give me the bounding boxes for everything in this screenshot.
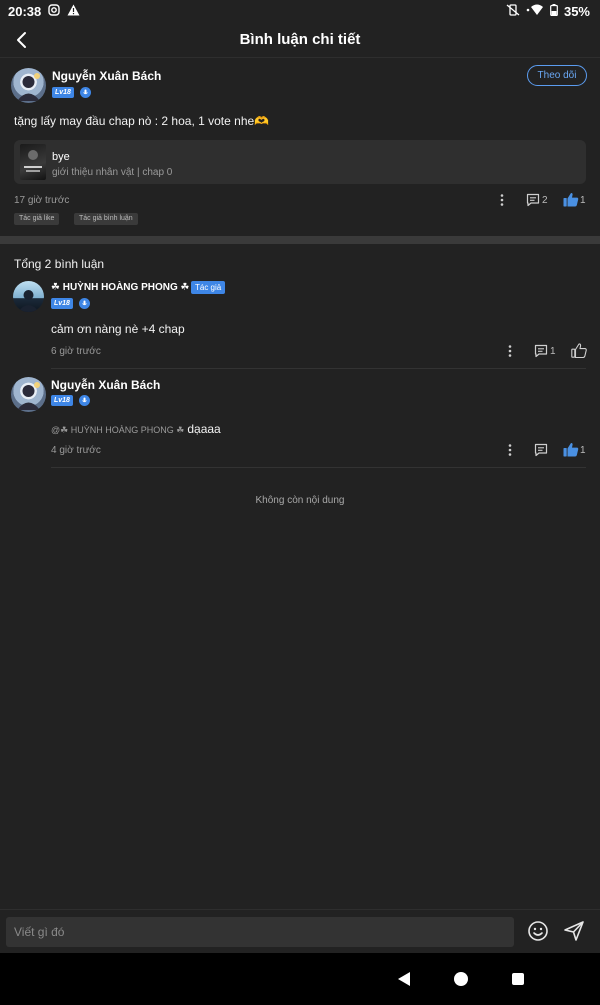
avatar[interactable] xyxy=(11,377,46,412)
comment-icon xyxy=(534,344,548,358)
reply-time: 6 giờ trước xyxy=(51,346,101,357)
like-count: 1 xyxy=(580,195,586,206)
reply-button[interactable] xyxy=(534,344,548,358)
nav-back-button[interactable] xyxy=(397,971,411,992)
reply-text: dạaaa xyxy=(187,422,221,436)
tag-author-liked: Tác giả like xyxy=(14,213,60,225)
comment-text: tặng lấy may đầu chap nò : 2 hoa, 1 vote… xyxy=(14,114,270,128)
chevron-left-icon xyxy=(17,32,26,48)
mic-badge-icon xyxy=(79,395,90,406)
like-button[interactable] xyxy=(571,343,587,358)
triangle-back-icon xyxy=(398,972,410,986)
more-options-button[interactable] xyxy=(504,344,516,358)
emoji-button[interactable] xyxy=(527,920,549,942)
mic-badge-icon xyxy=(80,87,91,98)
chapter-thumbnail xyxy=(20,144,46,180)
send-icon xyxy=(564,921,584,941)
section-divider xyxy=(0,236,600,244)
nav-recents-button[interactable] xyxy=(512,973,524,985)
more-vertical-icon xyxy=(508,444,512,456)
comment-author[interactable]: Nguyễn Xuân Bách xyxy=(52,69,161,83)
divider xyxy=(51,368,586,369)
comment-input[interactable] xyxy=(6,917,514,947)
like-count: 1 xyxy=(580,445,586,456)
wifi-icon xyxy=(526,4,544,19)
battery-icon xyxy=(550,3,558,19)
reply-time: 4 giờ trước xyxy=(51,445,101,456)
chapter-subtitle: giới thiệu nhân vật | chap 0 xyxy=(52,167,173,178)
comment-icon xyxy=(526,193,540,207)
divider xyxy=(51,467,586,468)
tag-author-commented: Tác giả bình luận xyxy=(74,213,138,225)
level-badge: Lv18 xyxy=(51,298,73,309)
mention-link[interactable]: @☘ HUỲNH HOÀNG PHONG ☘ xyxy=(51,425,184,435)
avatar[interactable] xyxy=(11,68,46,103)
level-badge: Lv18 xyxy=(51,395,73,406)
thumbs-up-filled-icon xyxy=(563,442,579,457)
more-options-button[interactable] xyxy=(504,443,516,457)
status-bar: 20:38 35% xyxy=(0,0,600,22)
mic-badge-icon xyxy=(79,298,90,309)
reply-button[interactable] xyxy=(526,193,540,207)
chapter-title: bye xyxy=(52,151,70,163)
comment-icon xyxy=(534,443,548,457)
more-vertical-icon xyxy=(500,194,504,206)
vibrate-off-icon xyxy=(506,3,520,19)
author-badge: Tác giả xyxy=(191,281,226,294)
thumbs-up-icon xyxy=(571,343,587,358)
system-nav-bar xyxy=(0,953,600,1005)
comment-input-bar xyxy=(0,909,600,953)
reply-author[interactable]: Nguyễn Xuân Bách xyxy=(51,378,160,392)
reply-mention-line: @☘ HUỲNH HOÀNG PHONG ☘ dạaaa xyxy=(51,422,221,436)
avatar[interactable] xyxy=(13,281,44,312)
thumbs-up-filled-icon xyxy=(563,192,579,207)
level-badge: Lv18 xyxy=(52,87,74,98)
back-button[interactable] xyxy=(10,28,34,52)
more-vertical-icon xyxy=(508,345,512,357)
send-button[interactable] xyxy=(563,920,585,942)
reply-button[interactable] xyxy=(534,443,548,457)
nav-home-button[interactable] xyxy=(454,972,468,986)
like-button[interactable] xyxy=(563,442,579,457)
instagram-icon xyxy=(48,3,60,19)
chapter-card[interactable]: bye giới thiệu nhân vật | chap 0 xyxy=(14,140,586,184)
follow-button[interactable]: Theo dõi xyxy=(527,65,587,86)
smile-icon xyxy=(528,921,548,941)
page-title: Bình luận chi tiết xyxy=(239,31,361,48)
like-button[interactable] xyxy=(563,192,579,207)
status-time: 20:38 xyxy=(8,3,42,19)
warning-icon xyxy=(67,4,80,19)
comment-time: 17 giờ trước xyxy=(14,195,70,206)
reply-count: 2 xyxy=(542,195,548,206)
more-options-button[interactable] xyxy=(496,193,508,207)
end-of-list-label: Không còn nội dung xyxy=(255,495,345,506)
battery-level: 35% xyxy=(563,3,590,19)
total-comments-label: Tổng 2 bình luận xyxy=(14,257,105,271)
app-bar: Bình luận chi tiết xyxy=(0,22,600,58)
reply-text: cảm ơn nàng nè +4 chap xyxy=(51,322,185,336)
reply-count: 1 xyxy=(550,346,556,357)
reply-author[interactable]: ☘ HUỲNH HOÀNG PHONG ☘ xyxy=(51,282,190,293)
